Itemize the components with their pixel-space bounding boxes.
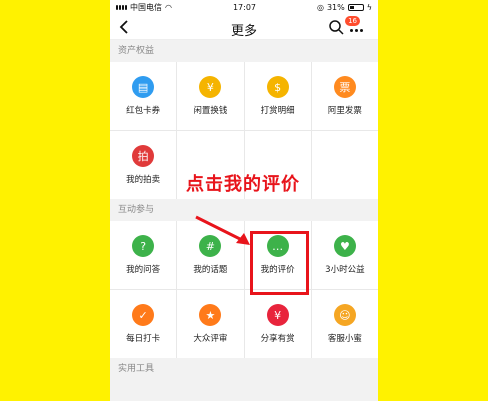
grid-item-0-4[interactable]: 拍我的拍卖 — [110, 131, 177, 199]
grid-item-label: 每日打卡 — [126, 334, 161, 344]
section-header: 实用工具 — [110, 358, 378, 380]
money-bag-icon: $ — [266, 76, 289, 98]
more-dots-icon — [350, 29, 363, 32]
signal-icon — [116, 4, 127, 10]
question-icon: ? — [132, 235, 155, 257]
auction-icon: 拍 — [132, 145, 155, 167]
annotation-text: 点击我的评价 — [186, 174, 300, 195]
grid-item-label: 打赏明细 — [260, 106, 295, 116]
grid-item-label: 我的话题 — [193, 265, 228, 275]
grid-item-label: 分享有赏 — [260, 334, 295, 344]
nav-bar: 更多 16 — [110, 14, 378, 40]
alarm-icon: ◎ — [316, 2, 324, 12]
grid-item-0-0[interactable]: ▤ 红包卡券 — [110, 62, 177, 130]
grid-item-1-5[interactable]: ★ 大众评审 — [177, 290, 244, 358]
status-bar: 中国电信 ◠ 17:07 ◎ 31% ϟ — [110, 0, 378, 14]
grid-item-1-7[interactable]: ☺ 客服小蜜 — [311, 290, 378, 358]
charity-icon: ♥ — [333, 235, 356, 257]
grid-item-label: 闲置换钱 — [193, 106, 228, 116]
grid-item-label: 大众评审 — [193, 334, 228, 344]
grid-item-1-3[interactable]: ♥ 3小时公益 — [311, 221, 378, 289]
charging-icon: ϟ — [366, 2, 372, 12]
grid-item-1-6[interactable]: ¥ 分享有赏 — [244, 290, 311, 358]
grid-item-0-3[interactable]: 票阿里发票 — [311, 62, 378, 130]
time-label: 17:07 — [232, 2, 256, 12]
review-icon: ★ — [199, 304, 222, 326]
grid-item-0-1[interactable]: ¥ 闲置换钱 — [177, 62, 244, 130]
yuan-coin-icon: ¥ — [199, 76, 222, 98]
battery-icon — [347, 3, 364, 11]
service-icon: ☺ — [333, 304, 356, 326]
annotation-arrow-icon — [195, 215, 250, 245]
red-envelope-icon: ¥ — [266, 304, 289, 326]
grid-item-1-4[interactable]: ✓ 每日打卡 — [110, 290, 177, 358]
highlight-box — [250, 231, 309, 295]
section-header: 资产权益 — [110, 40, 378, 62]
invoice-icon: 票 — [333, 76, 356, 98]
more-button[interactable]: 16 — [345, 16, 368, 37]
ticket-icon: ▤ — [132, 76, 155, 98]
grid-item-1-0[interactable]: ? 我的问答 — [110, 221, 177, 289]
phone-screen: 中国电信 ◠ 17:07 ◎ 31% ϟ 更多 16 资产权益 ▤ 红包卡券 ¥ 闲置换… — [110, 0, 378, 401]
search-icon[interactable] — [328, 19, 344, 35]
battery-label: 31% — [326, 2, 345, 12]
grid-item-label: 我的问答 — [126, 265, 161, 275]
sections-container: 资产权益 ▤ 红包卡券 ¥ 闲置换钱 $ 打赏明细票阿里发票拍我的拍卖 互动参与? 我的问答 # 我… — [110, 40, 378, 380]
calendar-check-icon: ✓ — [132, 304, 155, 326]
notification-badge: 16 — [345, 16, 360, 26]
wifi-icon: ◠ — [165, 2, 172, 12]
grid-item-label: 红包卡券 — [126, 106, 161, 116]
carrier-label: 中国电信 — [130, 2, 162, 12]
grid-item-label: 客服小蜜 — [327, 334, 362, 344]
grid-item-label: 阿里发票 — [327, 106, 362, 116]
grid-empty-cell — [311, 131, 378, 199]
grid-item-label: 我的拍卖 — [126, 175, 161, 185]
grid-item-0-2[interactable]: $ 打赏明细 — [244, 62, 311, 130]
grid-item-label: 3小时公益 — [325, 265, 365, 275]
